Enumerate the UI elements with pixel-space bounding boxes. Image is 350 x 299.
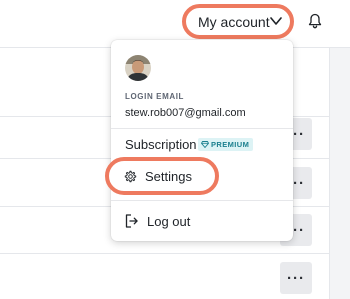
gear-icon — [124, 170, 137, 182]
user-avatar — [125, 55, 151, 81]
menu-divider — [111, 128, 293, 129]
logout-menu-item[interactable]: Log out — [125, 212, 190, 230]
logout-icon — [125, 214, 138, 228]
chevron-down-icon — [270, 17, 282, 25]
diamond-icon — [201, 141, 209, 148]
logout-label: Log out — [147, 213, 191, 229]
my-account-label: My account — [198, 13, 270, 30]
row-divider — [0, 253, 330, 254]
menu-divider — [111, 200, 293, 201]
login-email-label: LOGIN EMAIL — [125, 92, 185, 101]
settings-menu-item[interactable]: Settings — [105, 157, 219, 195]
login-email-value: stew.rob007@gmail.com — [125, 107, 246, 119]
more-horizontal-icon: ··· — [287, 269, 305, 287]
row-more-button[interactable]: ··· — [280, 262, 312, 294]
my-account-button[interactable]: My account — [182, 4, 294, 39]
bell-icon[interactable] — [308, 13, 322, 29]
premium-badge-label: PREMIUM — [211, 140, 250, 149]
subscription-label: Subscription — [125, 137, 197, 152]
settings-label: Settings — [145, 168, 192, 184]
account-dropdown-menu: LOGIN EMAIL stew.rob007@gmail.com Subscr… — [105, 40, 293, 241]
premium-badge: PREMIUM — [198, 138, 254, 151]
